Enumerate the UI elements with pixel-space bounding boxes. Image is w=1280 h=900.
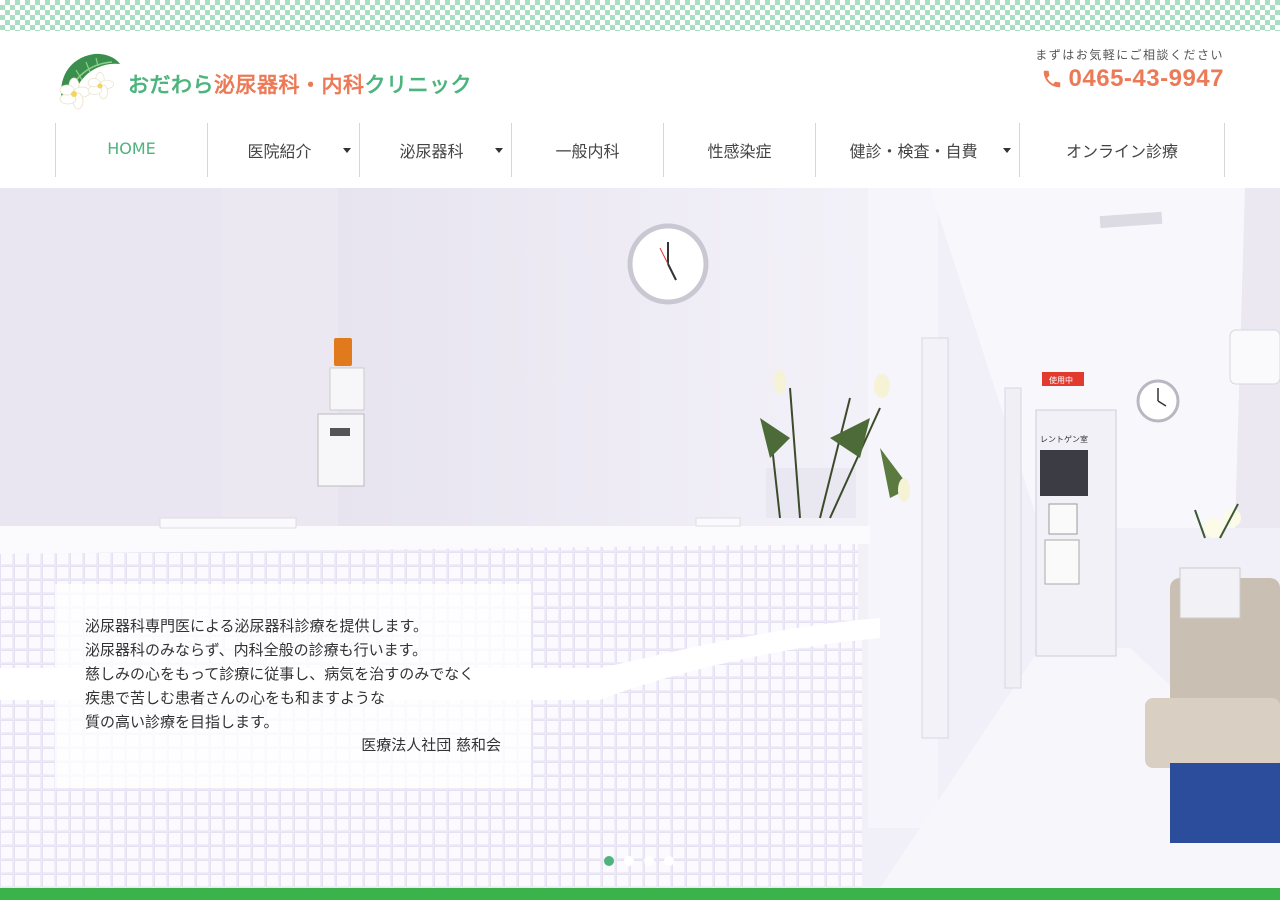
plumeria-leaf-icon [54, 50, 126, 114]
nav-checkup[interactable]: 健診・検査・自費 [816, 123, 1020, 177]
nav-label: 一般内科 [555, 142, 620, 161]
clinic-name: おだわら泌尿器科・内科クリニック [128, 69, 472, 99]
message-line: 慈しみの心をもって診療に従事し、病気を治すのみでなく [85, 665, 475, 683]
hero-message-box: 泌尿器科専門医による泌尿器科診療を提供します。 泌尿器科のみならず、内科全般の診… [55, 584, 531, 788]
clinic-name-part1: おだわら [128, 73, 214, 97]
message-line: 泌尿器科専門医による泌尿器科診療を提供します。 [85, 617, 429, 635]
message-line: 質の高い診療を目指します。 [85, 713, 279, 731]
nav-label: オンライン診療 [1065, 142, 1178, 161]
nav-about-clinic[interactable]: 医院紹介 [208, 123, 360, 177]
phone-number: 0465-43-9947 [1068, 65, 1224, 92]
nav-online[interactable]: オンライン診療 [1020, 123, 1225, 177]
decorative-top-strip [0, 0, 1280, 34]
slider-dot-1[interactable] [604, 856, 614, 866]
message-line: 泌尿器科のみならず、内科全般の診療も行います。 [85, 641, 428, 659]
contact-lead-text: まずはお気軽にご相談ください [1035, 48, 1224, 62]
slider-dot-3[interactable] [644, 856, 654, 866]
clinic-name-part2: 泌尿器科・内科 [214, 73, 365, 97]
bottom-accent-band [0, 888, 1280, 900]
phone-icon [1043, 70, 1060, 88]
nav-std[interactable]: 性感染症 [664, 123, 816, 177]
xray-room-sign: レントゲン室 [1040, 434, 1088, 444]
clinic-logo[interactable]: おだわら泌尿器科・内科クリニック [54, 50, 472, 114]
in-use-sign: 使用中 [1049, 375, 1073, 385]
nav-label: HOME [107, 138, 156, 158]
contact-box: まずはお気軽にご相談ください 0465-43-9947 [1035, 46, 1224, 93]
nav-urology[interactable]: 泌尿器科 [360, 123, 512, 177]
nav-home[interactable]: HOME [56, 123, 208, 177]
nav-label: 性感染症 [707, 142, 772, 161]
phone-link[interactable]: 0465-43-9947 [1035, 65, 1224, 93]
hero-message-signature: 医療法人社団 慈和会 [361, 736, 501, 754]
global-nav: HOME 医院紹介 泌尿器科 一般内科 性感染症 健診・検査・自費 オンライン診… [55, 123, 1226, 177]
caret-down-icon [495, 148, 503, 153]
caret-down-icon [1003, 148, 1011, 153]
caret-down-icon [343, 148, 351, 153]
nav-label: 泌尿器科 [399, 142, 464, 161]
hero-message-text: 泌尿器科専門医による泌尿器科診療を提供します。 泌尿器科のみならず、内科全般の診… [85, 614, 474, 734]
nav-label: 医院紹介 [247, 142, 312, 161]
slider-pagination [604, 856, 674, 866]
slider-dot-2[interactable] [624, 856, 634, 866]
clinic-name-part3: クリニック [364, 73, 472, 97]
nav-label: 健診・検査・自費 [849, 142, 978, 161]
nav-internal-medicine[interactable]: 一般内科 [512, 123, 664, 177]
slider-dot-4[interactable] [664, 856, 674, 866]
message-line: 疾患で苦しむ患者さんの心をも和ますような [85, 689, 386, 707]
